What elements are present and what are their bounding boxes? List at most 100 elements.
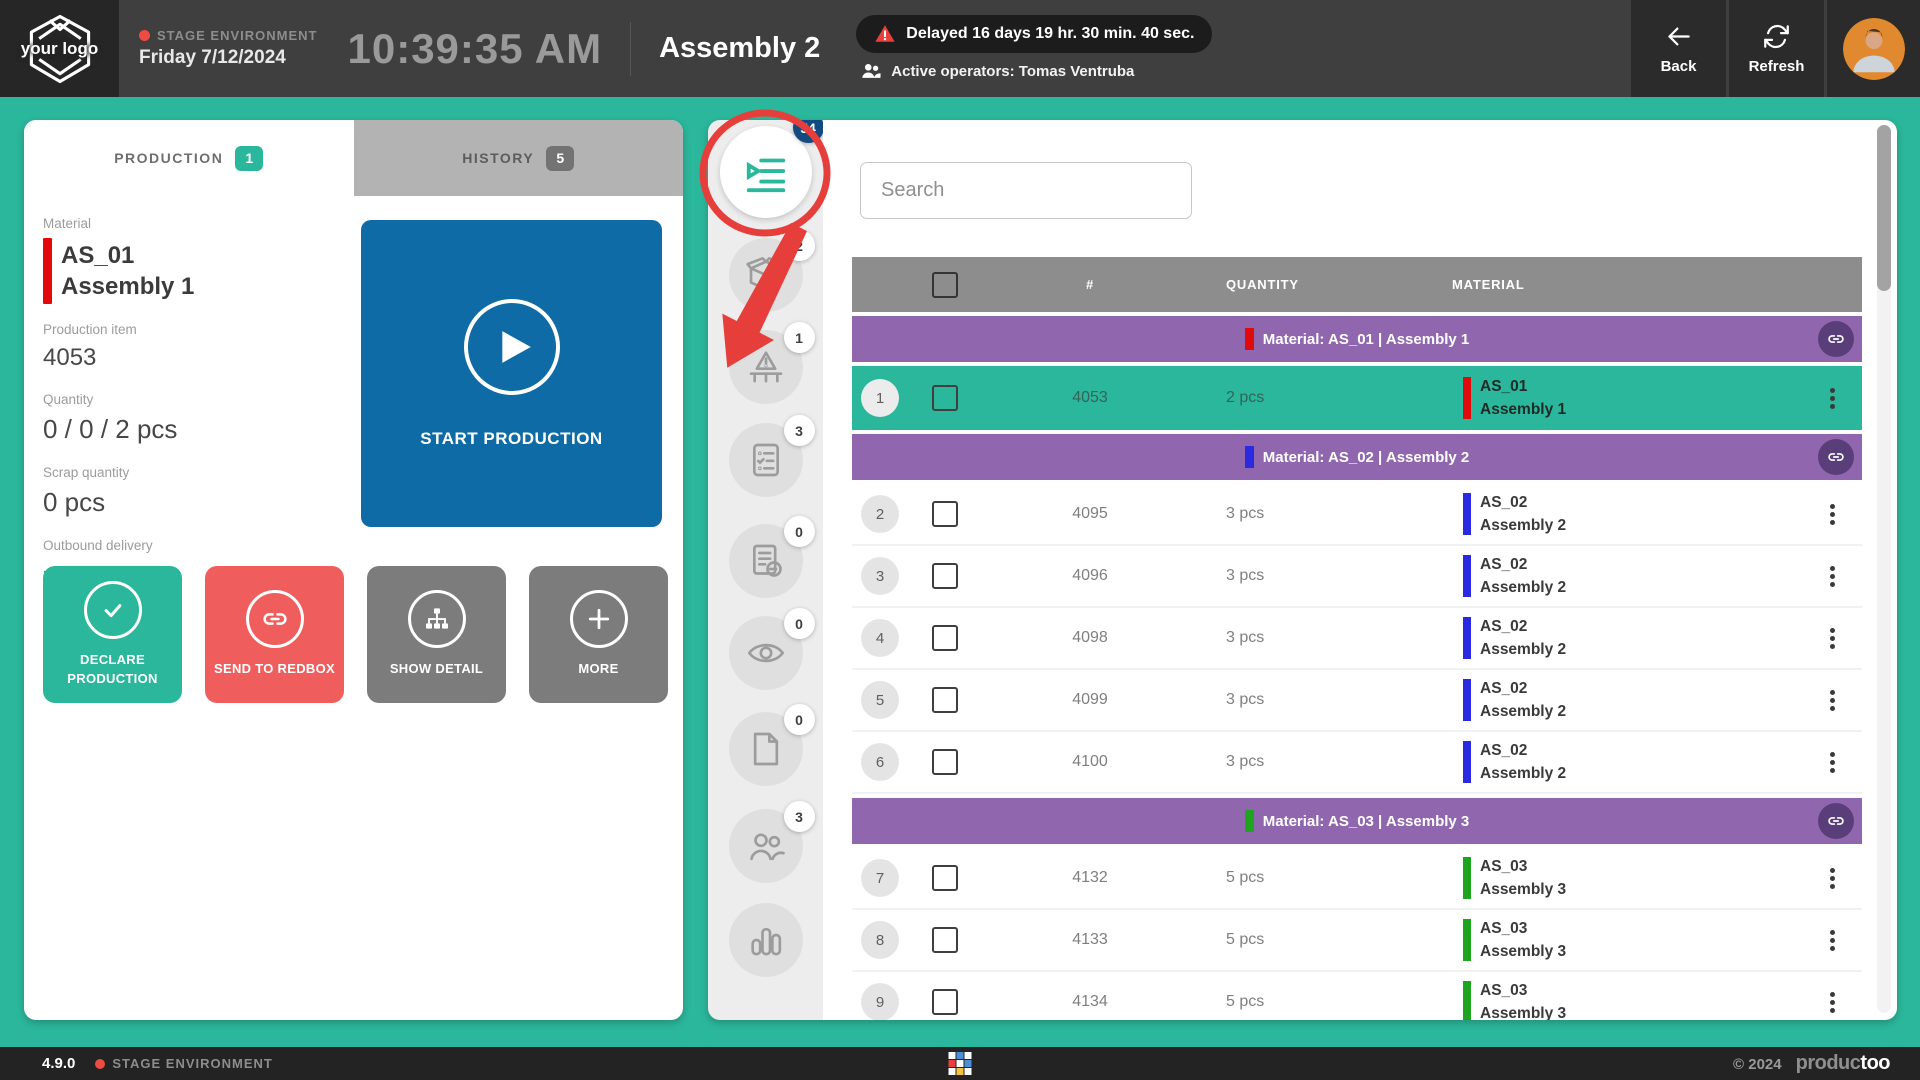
material-color-bar: [1463, 679, 1471, 721]
material-cell: AS_01Assembly 1: [1452, 377, 1802, 419]
row-number: 8: [861, 921, 899, 959]
production-item-id: 4100: [982, 753, 1198, 771]
table-row[interactable]: 2 4095 3 pcs AS_02Assembly 2: [852, 484, 1862, 546]
table-row[interactable]: 4 4098 3 pcs AS_02Assembly 2: [852, 608, 1862, 670]
eye-icon: [746, 633, 786, 673]
sidebar-item-machine-warning[interactable]: 1: [729, 330, 803, 404]
search-input[interactable]: [860, 162, 1192, 219]
row-checkbox[interactable]: [932, 385, 958, 411]
material-code: AS_02: [1480, 741, 1566, 760]
group-link-button[interactable]: [1818, 439, 1854, 475]
production-panel: PRODUCTION 1 HISTORY 5 Material AS_01Ass…: [24, 120, 683, 1020]
table-row[interactable]: 1 4053 2 pcs AS_01Assembly 1: [852, 366, 1862, 430]
row-menu-button[interactable]: [1824, 382, 1841, 415]
row-checkbox[interactable]: [932, 687, 958, 713]
back-arrow-icon: [1665, 23, 1692, 50]
show-detail-button[interactable]: SHOW DETAIL: [367, 566, 506, 703]
material-group-row: Material: AS_03 | Assembly 3: [852, 798, 1862, 844]
start-production-label: START PRODUCTION: [420, 429, 602, 449]
table-row[interactable]: 3 4096 3 pcs AS_02Assembly 2: [852, 546, 1862, 608]
start-production-button[interactable]: START PRODUCTION: [361, 220, 662, 527]
machine-warning-icon: [746, 347, 786, 387]
row-checkbox[interactable]: [932, 865, 958, 891]
material-color-bar: [1463, 857, 1471, 899]
field-label: Scrap quantity: [43, 465, 343, 480]
material-code: AS_01: [61, 240, 194, 271]
row-menu-button[interactable]: [1824, 684, 1841, 717]
sidebar-item-operators[interactable]: 3: [729, 809, 803, 883]
row-menu-button[interactable]: [1824, 746, 1841, 779]
table-row[interactable]: 6 4100 3 pcs AS_02Assembly 2: [852, 732, 1862, 794]
send-to-redbox-button[interactable]: SEND TO REDBOX: [205, 566, 344, 703]
material-code: AS_02: [1480, 679, 1566, 698]
row-checkbox[interactable]: [932, 749, 958, 775]
user-avatar[interactable]: [1843, 18, 1905, 80]
sitemap-icon: [408, 590, 466, 648]
checklist-icon: [746, 440, 786, 480]
row-checkbox[interactable]: [932, 927, 958, 953]
quantity-cell: 3 pcs: [1198, 505, 1452, 523]
sidebar-badge: 3: [784, 415, 815, 446]
refresh-button[interactable]: Refresh: [1729, 0, 1824, 97]
table-row[interactable]: 8 4133 5 pcs AS_03Assembly 3: [852, 910, 1862, 972]
quantity-cell: 5 pcs: [1198, 931, 1452, 949]
sidebar-item-declare-document[interactable]: 0: [729, 524, 803, 598]
table-row[interactable]: 7 4132 5 pcs AS_03Assembly 3: [852, 848, 1862, 910]
row-checkbox[interactable]: [932, 563, 958, 589]
check-icon: [84, 581, 142, 639]
row-checkbox[interactable]: [932, 625, 958, 651]
sidebar-item-document[interactable]: 0: [729, 712, 803, 786]
sidebar-item-eye[interactable]: 0: [729, 616, 803, 690]
link-icon: [1826, 447, 1846, 467]
warning-triangle-icon: [874, 23, 896, 45]
action-button-label: SEND TO REDBOX: [214, 660, 335, 679]
app-version: 4.9.0: [42, 1055, 75, 1072]
tab-production-label: PRODUCTION: [114, 150, 223, 166]
material-cell: AS_02Assembly 2: [1452, 617, 1802, 659]
environment-label: STAGE ENVIRONMENT: [157, 28, 318, 43]
select-all-checkbox[interactable]: [932, 272, 958, 298]
quantity-cell: 3 pcs: [1198, 753, 1452, 771]
more-button[interactable]: MORE: [529, 566, 668, 703]
table-row[interactable]: 5 4099 3 pcs AS_02Assembly 2: [852, 670, 1862, 732]
scrollbar-thumb[interactable]: [1877, 125, 1891, 291]
row-menu-button[interactable]: [1824, 622, 1841, 655]
sidebar-item-box[interactable]: 2: [729, 238, 803, 312]
app-window: your logo STAGE ENVIRONMENT Friday 7/12/…: [0, 0, 1920, 1080]
header-divider: [630, 22, 631, 76]
row-menu-button[interactable]: [1824, 498, 1841, 531]
workzone: 54 2 1 3 0 0 0 3 # QUANTITY MATERIAL: [708, 120, 1897, 1020]
row-number: 9: [861, 983, 899, 1020]
back-button[interactable]: Back: [1631, 0, 1726, 97]
row-checkbox[interactable]: [932, 989, 958, 1015]
quantity-cell: 3 pcs: [1198, 629, 1452, 647]
row-checkbox[interactable]: [932, 501, 958, 527]
table-row[interactable]: 9 4134 5 pcs AS_03Assembly 3: [852, 972, 1862, 1020]
material-code: AS_02: [1480, 555, 1566, 574]
material-name: Assembly 2: [1480, 764, 1566, 783]
row-menu-button[interactable]: [1824, 986, 1841, 1019]
row-menu-button[interactable]: [1824, 560, 1841, 593]
footer-brand-area: © 2024 productoo: [1733, 1052, 1890, 1075]
user-avatar-block[interactable]: [1827, 0, 1920, 97]
company-logo[interactable]: your logo: [0, 0, 119, 97]
material-color-chip: [1245, 446, 1254, 468]
app-grid-icon[interactable]: [949, 1052, 972, 1075]
action-button-label: SHOW DETAIL: [390, 660, 483, 679]
sidebar-item-checklist[interactable]: 3: [729, 423, 803, 497]
sidebar-item-production-list[interactable]: 54: [720, 126, 812, 218]
sidebar-badge: 1: [784, 322, 815, 353]
group-link-button[interactable]: [1818, 321, 1854, 357]
declare-production-button[interactable]: DECLARE PRODUCTION: [43, 566, 182, 703]
document-icon: [746, 729, 786, 769]
material-cell: AS_02Assembly 2: [1452, 679, 1802, 721]
link-icon: [1826, 329, 1846, 349]
tab-history[interactable]: HISTORY 5: [354, 120, 684, 196]
group-link-button[interactable]: [1818, 803, 1854, 839]
sidebar-item-statistics[interactable]: [729, 903, 803, 977]
action-button-label: MORE: [578, 660, 618, 679]
material-group-label: Material: AS_02 | Assembly 2: [1263, 449, 1470, 466]
row-menu-button[interactable]: [1824, 862, 1841, 895]
tab-production[interactable]: PRODUCTION 1: [24, 120, 354, 196]
row-menu-button[interactable]: [1824, 924, 1841, 957]
